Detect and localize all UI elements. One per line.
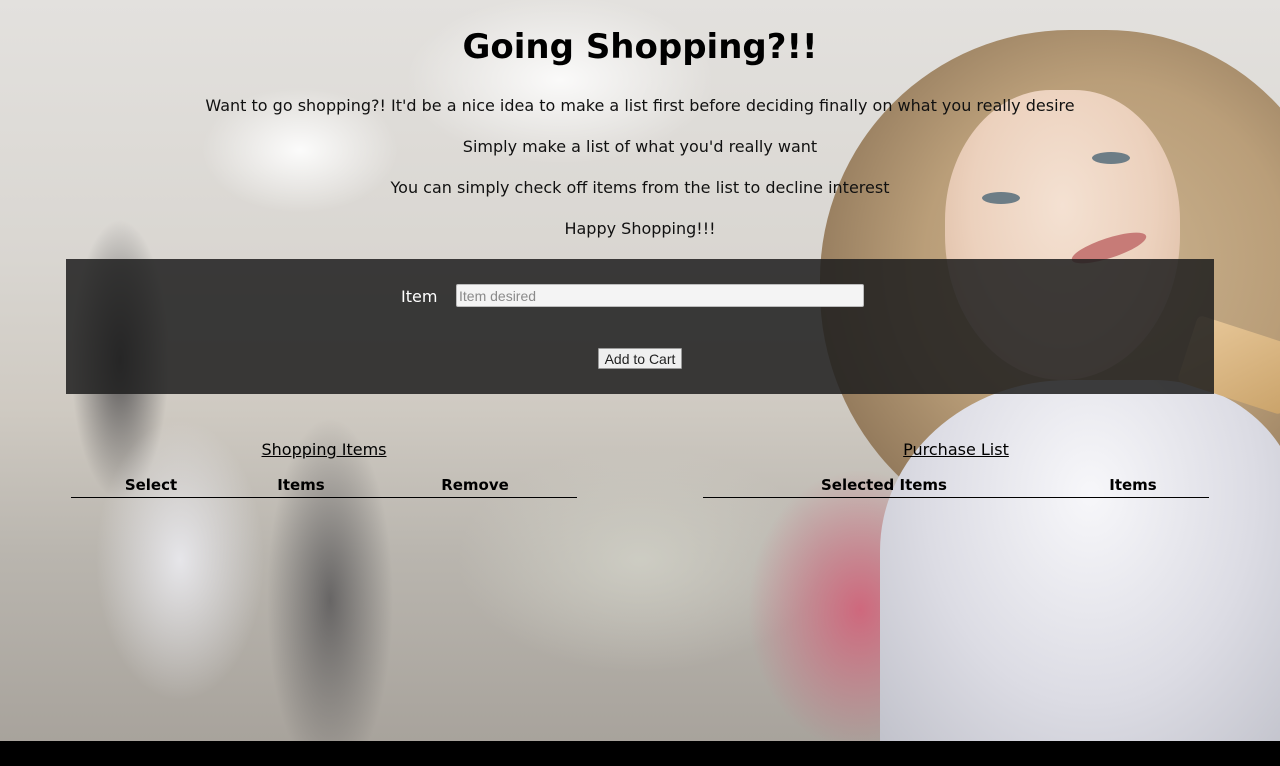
shopping-items-title: Shopping Items	[71, 440, 577, 459]
shopping-col-select: Select	[124, 476, 178, 494]
purchase-col-selected-items: Selected Items	[821, 476, 947, 494]
add-to-cart-button[interactable]: Add to Cart	[598, 348, 682, 369]
intro-line-2: Simply make a list of what you'd really …	[462, 137, 818, 156]
intro-line-3: You can simply check off items from the …	[390, 178, 890, 197]
purchase-list-title: Purchase List	[703, 440, 1209, 459]
footer-bar	[0, 741, 1280, 766]
page-content: Going Shopping?!! Want to go shopping?! …	[0, 0, 1280, 741]
shopping-col-remove: Remove	[441, 476, 509, 494]
item-label: Item	[401, 287, 438, 306]
intro-line-1: Want to go shopping?! It'd be a nice ide…	[205, 96, 1075, 115]
item-input[interactable]	[456, 284, 864, 307]
intro-line-4: Happy Shopping!!!	[564, 219, 716, 238]
shopping-items-table: Select Items Remove	[71, 476, 577, 498]
purchase-col-items: Items	[1109, 476, 1157, 494]
purchase-list-table: Selected Items Items	[703, 476, 1209, 498]
purchase-list-title-text: Purchase List	[903, 440, 1009, 459]
shopping-col-items: Items	[277, 476, 325, 494]
page-title: Going Shopping?!!	[462, 27, 818, 67]
shopping-items-title-text: Shopping Items	[261, 440, 387, 459]
add-item-panel: Item Add to Cart	[66, 259, 1214, 394]
